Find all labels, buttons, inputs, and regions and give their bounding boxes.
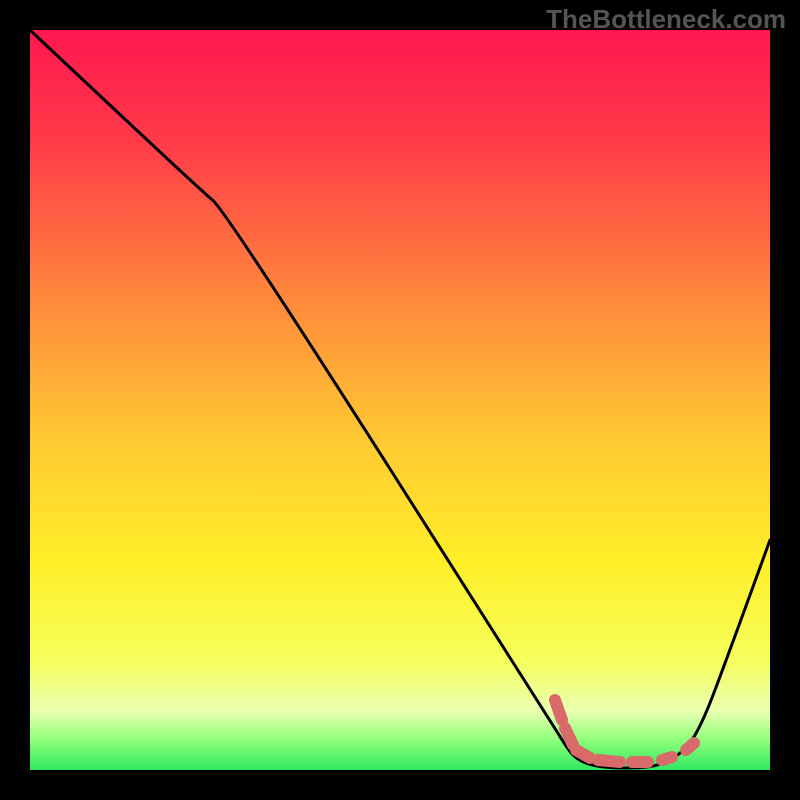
chart-frame: TheBottleneck.com xyxy=(0,0,800,800)
chart-canvas xyxy=(0,0,800,800)
dash-segment xyxy=(662,757,672,760)
dash-segment xyxy=(555,700,562,720)
plot-background xyxy=(30,30,770,770)
watermark-text: TheBottleneck.com xyxy=(546,4,786,35)
dash-segment xyxy=(565,728,573,745)
dash-segment xyxy=(598,760,620,762)
dash-segment xyxy=(686,743,694,750)
dash-segment xyxy=(576,750,590,758)
